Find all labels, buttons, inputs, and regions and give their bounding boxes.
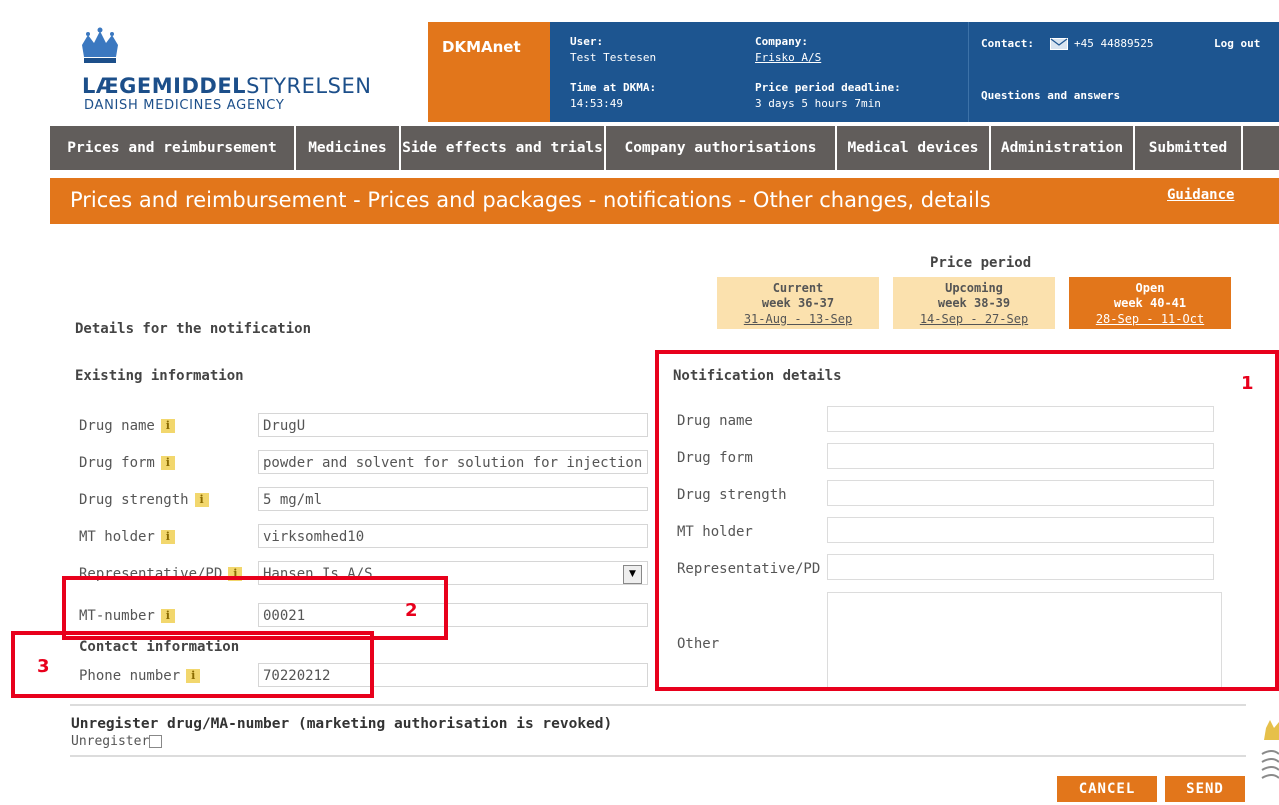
- period-dates: 14-Sep - 27-Sep: [919, 312, 1029, 326]
- period-current[interactable]: Current week 36-37 31-Aug - 13-Sep: [717, 277, 879, 329]
- existing-mt-holder-field[interactable]: virksomhed10: [258, 524, 648, 548]
- section-divider: [70, 755, 1246, 757]
- annotation-number-1: 1: [1241, 373, 1254, 394]
- existing-info-title: Existing information: [75, 368, 244, 384]
- existing-label-drug-name: Drug name i: [79, 418, 175, 434]
- nav-prices-reimbursement[interactable]: Prices and reimbursement: [50, 126, 294, 170]
- app-name-label: DKMAnet: [442, 38, 521, 56]
- period-open[interactable]: Open week 40-41 28-Sep - 11-Oct: [1069, 277, 1231, 329]
- chevron-down-icon[interactable]: ▼: [623, 565, 642, 584]
- app-name-tile[interactable]: DKMAnet: [428, 22, 550, 122]
- page-title: Prices and reimbursement - Prices and pa…: [70, 188, 991, 212]
- time-value: 14:53:49: [570, 97, 623, 110]
- existing-label-drug-strength: Drug strength i: [79, 492, 209, 508]
- guidance-link[interactable]: Guidance: [1167, 187, 1234, 203]
- deadline-label: Price period deadline:: [755, 81, 901, 94]
- logo-wordmark: LÆGEMIDDELSTYRELSEN: [82, 74, 372, 98]
- edge-crown-icon: [1261, 720, 1279, 779]
- envelope-icon[interactable]: [1050, 38, 1068, 50]
- info-divider: [968, 22, 969, 122]
- existing-label-mt-holder: MT holder i: [79, 529, 175, 545]
- period-upcoming[interactable]: Upcoming week 38-39 14-Sep - 27-Sep: [893, 277, 1055, 329]
- nav-medicines[interactable]: Medicines: [296, 126, 399, 170]
- page-title-bar: Prices and reimbursement - Prices and pa…: [50, 178, 1279, 224]
- cancel-button[interactable]: CANCEL: [1057, 776, 1157, 802]
- logo-subtitle: DANISH MEDICINES AGENCY: [84, 98, 285, 113]
- period-label: Upcoming: [945, 281, 1003, 295]
- nav-administration[interactable]: Administration: [991, 126, 1133, 170]
- unregister-label: Unregister: [71, 734, 150, 749]
- unregister-checkbox[interactable]: [149, 735, 163, 748]
- annotation-box-3: [11, 631, 374, 698]
- nav-side-effects[interactable]: Side effects and trials: [401, 126, 604, 170]
- info-icon[interactable]: i: [160, 419, 175, 433]
- existing-drug-strength-field[interactable]: 5 mg/ml: [258, 487, 648, 511]
- existing-drug-form-field[interactable]: powder and solvent for solution for inje…: [258, 450, 648, 474]
- section-divider: [70, 704, 1246, 706]
- company-link[interactable]: Frisko A/S: [755, 51, 821, 64]
- agency-logo[interactable]: LÆGEMIDDELSTYRELSEN DANISH MEDICINES AGE…: [50, 22, 428, 122]
- nav-medical-devices[interactable]: Medical devices: [837, 126, 989, 170]
- period-label: Current: [772, 281, 824, 295]
- company-label: Company:: [755, 35, 808, 48]
- unregister-row: Unregister: [71, 734, 163, 749]
- crown-icon: [82, 27, 118, 63]
- contact-phone: +45 44889525: [1074, 37, 1154, 50]
- main-nav: Prices and reimbursement Medicines Side …: [50, 126, 1279, 170]
- nav-separator: [1241, 126, 1243, 170]
- info-icon[interactable]: i: [194, 493, 209, 507]
- user-info-bar: User: Test Testesen Time at DKMA: 14:53:…: [550, 22, 1279, 122]
- unregister-title: Unregister drug/MA-number (marketing aut…: [71, 716, 613, 732]
- logout-link[interactable]: Log out: [1214, 37, 1260, 50]
- existing-drug-name-field[interactable]: DrugU: [258, 413, 648, 437]
- qa-link[interactable]: Questions and answers: [981, 89, 1120, 102]
- details-title: Details for the notification: [75, 321, 312, 337]
- user-value: Test Testesen: [570, 51, 657, 64]
- period-week: week 36-37: [761, 296, 835, 310]
- annotation-number-3: 3: [37, 656, 50, 677]
- existing-label-drug-form: Drug form i: [79, 455, 175, 471]
- nav-company-authorisations[interactable]: Company authorisations: [606, 126, 835, 170]
- price-period-title: Price period: [930, 255, 1032, 271]
- nav-submitted[interactable]: Submitted: [1135, 126, 1241, 170]
- period-label: Open: [1135, 281, 1165, 295]
- period-week: week 40-41: [1113, 296, 1187, 310]
- period-dates: 28-Sep - 11-Oct: [1095, 312, 1205, 326]
- info-icon[interactable]: i: [160, 530, 175, 544]
- annotation-box-1: [655, 350, 1279, 691]
- deadline-value: 3 days 5 hours 7min: [755, 97, 881, 110]
- user-label: User:: [570, 35, 604, 48]
- annotation-number-2: 2: [405, 600, 418, 621]
- time-label: Time at DKMA:: [570, 81, 657, 94]
- send-button[interactable]: SEND: [1165, 776, 1245, 802]
- period-week: week 38-39: [937, 296, 1011, 310]
- period-dates: 31-Aug - 13-Sep: [743, 312, 853, 326]
- info-icon[interactable]: i: [160, 456, 175, 470]
- contact-label: Contact:: [981, 37, 1034, 50]
